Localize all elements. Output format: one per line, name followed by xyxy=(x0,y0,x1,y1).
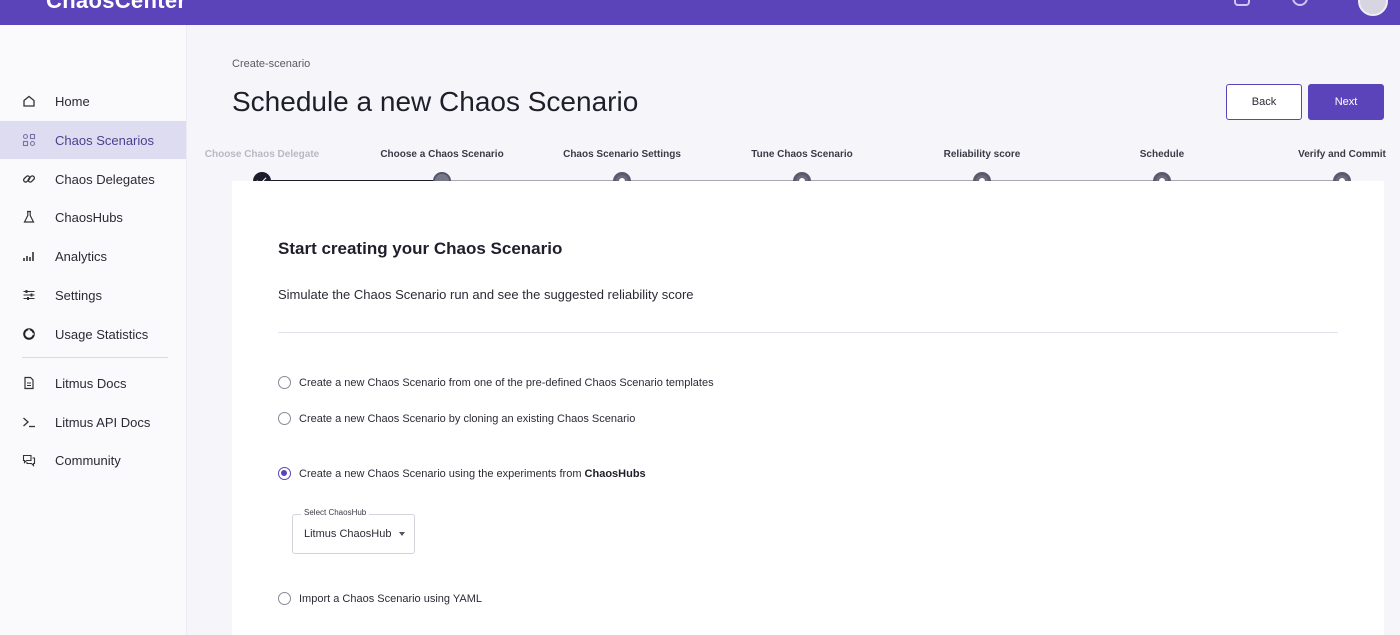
radio-button[interactable] xyxy=(278,592,291,605)
breadcrumb[interactable]: Create-scenario xyxy=(232,58,310,70)
notifications-icon[interactable] xyxy=(1234,0,1250,6)
option-label: Create a new Chaos Scenario from one of … xyxy=(299,376,714,389)
sidebar-item-home[interactable]: Home xyxy=(0,82,186,120)
document-icon xyxy=(22,376,36,390)
sidebar-item-label: ChaosHubs xyxy=(55,209,123,225)
sidebar-item-label: Chaos Delegates xyxy=(55,171,155,187)
option-label: Import a Chaos Scenario using YAML xyxy=(299,592,483,605)
sidebar-item-label: Usage Statistics xyxy=(55,326,149,342)
sidebar-item-label: Litmus API Docs xyxy=(55,414,151,430)
option-template[interactable]: Create a new Chaos Scenario from one of … xyxy=(278,376,714,389)
step-label: Choose a Chaos Scenario xyxy=(380,149,504,160)
step-label: Verify and Commit xyxy=(1298,149,1386,160)
sidebar-item-settings[interactable]: Settings xyxy=(0,276,186,314)
option-clone[interactable]: Create a new Chaos Scenario by cloning a… xyxy=(278,412,635,425)
radio-button[interactable] xyxy=(278,376,291,389)
next-button[interactable]: Next xyxy=(1308,84,1384,120)
sidebar-item-chaos-delegates[interactable]: Chaos Delegates xyxy=(0,160,186,198)
sidebar-item-label: Chaos Scenarios xyxy=(55,132,154,148)
analytics-icon xyxy=(22,249,36,263)
sidebar-item-chaos-scenarios[interactable]: Chaos Scenarios xyxy=(0,121,186,159)
back-button[interactable]: Back xyxy=(1226,84,1302,120)
option-import-yaml[interactable]: Import a Chaos Scenario using YAML xyxy=(278,592,482,605)
brand-logo[interactable]: ChaosCenter xyxy=(46,0,186,14)
caret-down-icon xyxy=(399,532,405,536)
step-label: Choose Chaos Delegate xyxy=(204,149,320,160)
flask-icon xyxy=(22,210,36,224)
sidebar-item-label: Litmus Docs xyxy=(55,375,127,391)
sidebar-item-litmus-docs[interactable]: Litmus Docs xyxy=(0,364,186,402)
top-bar: ChaosCenter xyxy=(0,0,1400,25)
sidebar-item-usage-statistics[interactable]: Usage Statistics xyxy=(0,315,186,353)
avatar[interactable] xyxy=(1358,0,1388,16)
select-label: Select ChaosHub xyxy=(301,508,370,517)
home-icon xyxy=(22,94,36,108)
chat-icon xyxy=(22,453,36,467)
divider xyxy=(278,332,1338,333)
sidebar-divider xyxy=(22,357,168,358)
scenarios-icon xyxy=(22,133,36,147)
option-label-bold: ChaosHubs xyxy=(584,467,646,480)
option-chaoshub[interactable]: Create a new Chaos Scenario using the ex… xyxy=(278,467,646,480)
step-label: Tune Chaos Scenario xyxy=(751,149,853,160)
sidebar-item-analytics[interactable]: Analytics xyxy=(0,237,186,275)
option-label-text: Create a new Chaos Scenario using the ex… xyxy=(299,467,585,480)
select-value: Litmus ChaosHub xyxy=(304,528,392,540)
option-label: Create a new Chaos Scenario by cloning a… xyxy=(299,412,636,425)
sidebar-item-label: Community xyxy=(55,452,121,468)
sidebar-item-label: Home xyxy=(55,93,90,109)
step-label: Schedule xyxy=(1139,149,1185,160)
help-icon[interactable] xyxy=(1292,0,1308,6)
card-subtitle: Simulate the Chaos Scenario run and see … xyxy=(278,287,694,302)
chaoshub-select[interactable]: Select ChaosHub Litmus ChaosHub xyxy=(292,508,415,554)
option-label: Create a new Chaos Scenario using the ex… xyxy=(299,468,646,480)
step-label: Reliability score xyxy=(943,149,1021,160)
page-title: Schedule a new Chaos Scenario xyxy=(232,86,639,117)
pie-icon xyxy=(22,327,36,341)
card-title: Start creating your Chaos Scenario xyxy=(278,239,563,258)
sidebar-item-community[interactable]: Community xyxy=(0,441,186,479)
terminal-icon xyxy=(22,415,36,429)
radio-button-checked[interactable] xyxy=(278,467,291,480)
scenario-card: Start creating your Chaos Scenario Simul… xyxy=(232,181,1384,635)
sidebar-item-label: Settings xyxy=(55,287,102,303)
sidebar-item-label: Analytics xyxy=(55,248,108,264)
link-icon xyxy=(22,172,36,186)
sidebar: Home Chaos Scenarios Chaos Delegates Cha… xyxy=(0,25,187,635)
radio-button[interactable] xyxy=(278,412,291,425)
sidebar-item-chaoshubs[interactable]: ChaosHubs xyxy=(0,198,186,236)
step-label: Chaos Scenario Settings xyxy=(563,149,681,160)
sidebar-item-litmus-api-docs[interactable]: Litmus API Docs xyxy=(0,403,186,441)
settings-icon xyxy=(22,288,36,302)
